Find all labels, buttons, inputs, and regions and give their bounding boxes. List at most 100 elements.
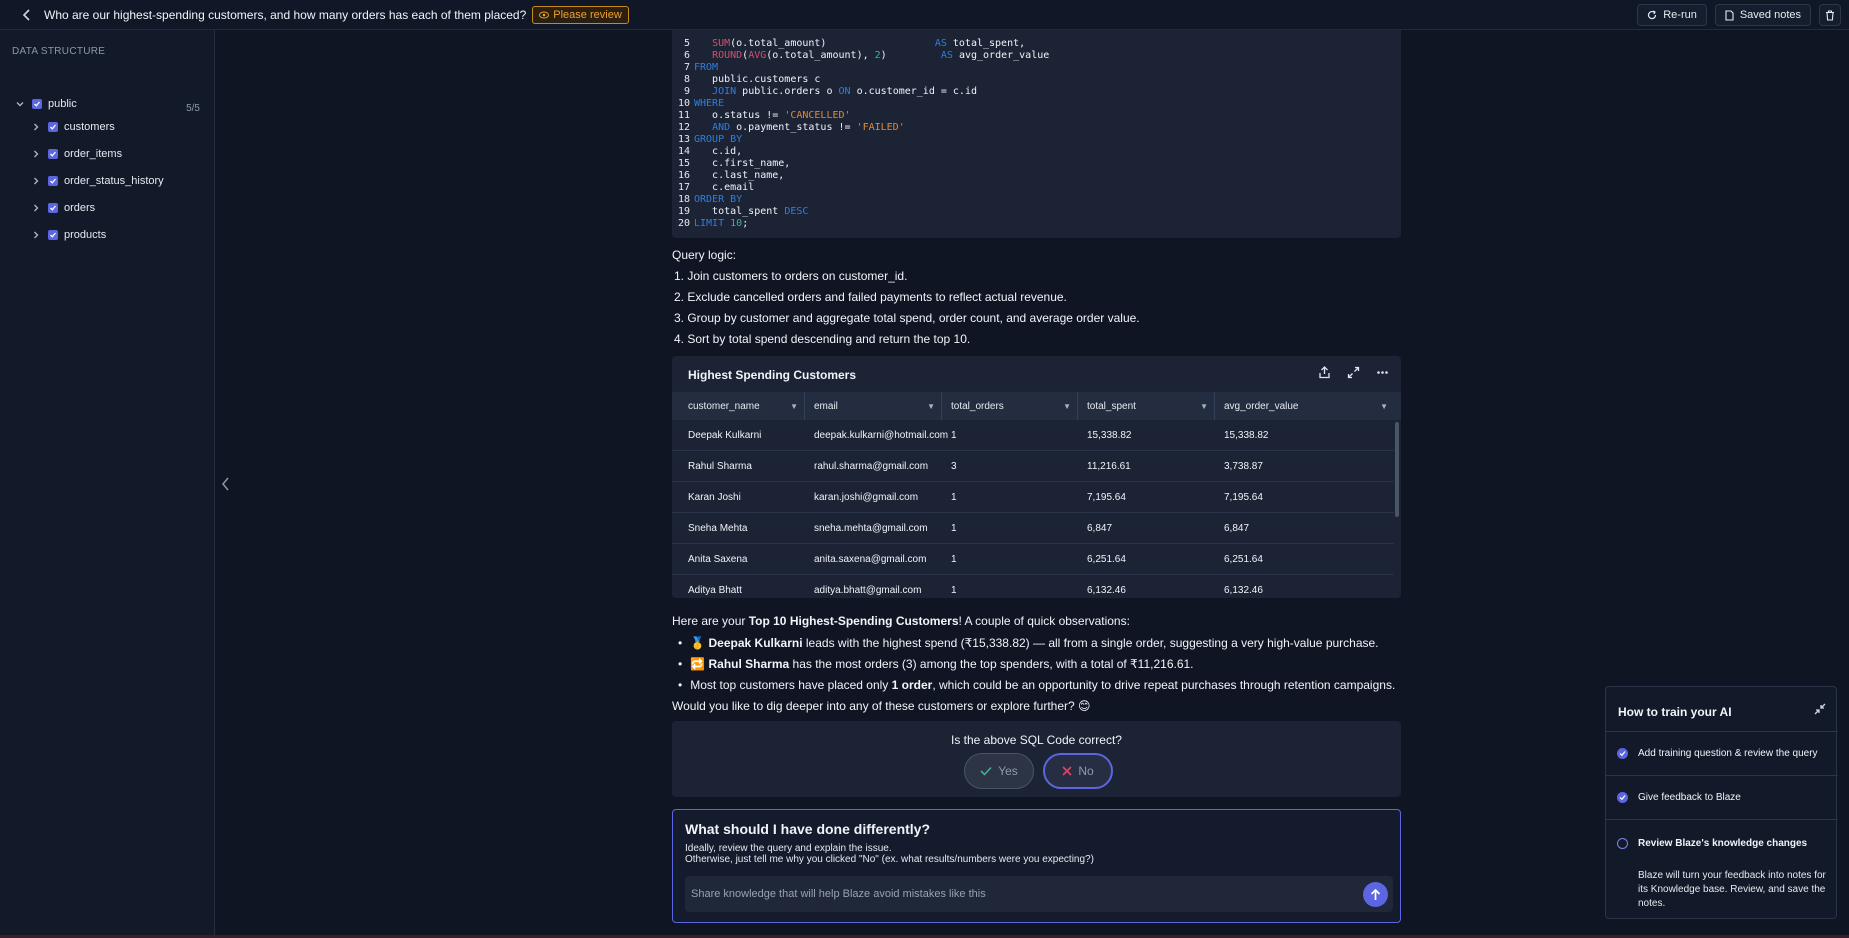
send-button[interactable] (1363, 882, 1388, 907)
sort-icon[interactable]: ▼ (927, 402, 935, 411)
code-token: FROM (694, 62, 719, 73)
rerun-button[interactable]: Re-run (1637, 4, 1707, 26)
line-number: 14 (677, 146, 690, 157)
train-step-3[interactable]: Review Blaze's knowledge changes (1606, 819, 1838, 867)
top-bar: Who are our highest-spending customers, … (0, 0, 1849, 30)
collapse-sidebar-icon[interactable] (221, 477, 230, 494)
table-row[interactable]: Anita Saxena anita.saxena@gmail.com 1 6,251… (672, 544, 1394, 575)
table-cell-email: sneha.mehta@gmail.com (814, 523, 928, 534)
train-step-2[interactable]: Give feedback to Blaze (1606, 775, 1838, 819)
code-line: 6 ROUND(AVG(o.total_amount), 2) AS avg_o… (672, 50, 1049, 62)
more-icon[interactable] (1376, 366, 1389, 382)
checkbox-order_items[interactable] (48, 149, 58, 159)
saved-notes-button[interactable]: Saved notes (1714, 4, 1811, 26)
bullet-text: , which could be an opportunity to drive… (932, 678, 1396, 692)
column-header-avg_order_value[interactable]: avg_order_value ▼ (1224, 392, 1394, 420)
column-header-customer_name[interactable]: customer_name ▼ (688, 392, 804, 420)
table-scrollbar-thumb[interactable] (1395, 422, 1399, 517)
code-token: ORDER BY (694, 194, 743, 205)
table-item-products[interactable]: products (30, 225, 106, 245)
checkbox-customers[interactable] (48, 122, 58, 132)
sql-feedback-question: Is the above SQL Code correct? (951, 733, 1122, 747)
no-button[interactable]: No (1043, 753, 1113, 789)
line-number: 9 (683, 86, 690, 97)
table-item-order_items[interactable]: order_items (30, 144, 122, 164)
table-cell-avg_order_value: 6,251.64 (1224, 554, 1263, 565)
code-token: o.payment_status != (730, 122, 857, 133)
code-line: 18 ORDER BY (672, 194, 742, 206)
review-badge[interactable]: Please review (532, 5, 629, 24)
column-separator[interactable] (941, 392, 942, 420)
code-token: ROUND (712, 50, 743, 61)
line-number: 20 (677, 218, 690, 229)
checkbox-products[interactable] (48, 230, 58, 240)
table-row[interactable]: Aditya Bhatt aditya.bhatt@gmail.com 1 6,132… (672, 575, 1394, 598)
sidebar-title: DATA STRUCTURE (12, 46, 106, 57)
code-token: o.customer_id = c.id (850, 86, 977, 97)
schema-count: 5/5 (186, 103, 200, 114)
table-cell-email: deepak.kulkarni@hotmail.com (814, 430, 949, 441)
knowledge-input[interactable] (685, 876, 1393, 912)
sort-icon[interactable]: ▼ (790, 402, 798, 411)
table-row[interactable]: Rahul Sharma rahul.sharma@gmail.com 3 11,21… (672, 451, 1394, 482)
table-item-label: order_items (64, 148, 123, 160)
minimize-icon[interactable] (1814, 703, 1826, 718)
schema-public[interactable]: public (14, 94, 77, 114)
question-title: Who are our highest-spending customers, … (44, 7, 527, 22)
train-ai-title: How to train your AI (1618, 705, 1732, 719)
table-item-orders[interactable]: orders (30, 198, 95, 218)
sort-icon[interactable]: ▼ (1200, 402, 1208, 411)
eye-icon (539, 11, 550, 18)
code-token: ) (880, 50, 941, 61)
code-token: public.customers c (694, 74, 821, 85)
table-cell-email: aditya.bhatt@gmail.com (814, 585, 922, 596)
follow-up-question: Would you like to dig deeper into any of… (672, 699, 1091, 713)
chevron-right-icon (30, 121, 42, 133)
review-badge-label: Please review (553, 8, 622, 21)
line-number: 13 (677, 134, 690, 145)
checkbox-public[interactable] (32, 99, 42, 109)
column-header-email[interactable]: email ▼ (814, 392, 941, 420)
table-cell-customer_name: Karan Joshi (688, 492, 741, 503)
column-separator[interactable] (1214, 392, 1215, 420)
table-row[interactable]: Deepak Kulkarni deepak.kulkarni@hotmail.c… (672, 420, 1394, 451)
yes-button[interactable]: Yes (964, 753, 1034, 789)
share-icon[interactable] (1318, 366, 1331, 382)
table-item-customers[interactable]: customers (30, 117, 115, 137)
column-separator[interactable] (804, 392, 805, 420)
rerun-label: Re-run (1663, 9, 1697, 21)
code-token: (o.total_amount), (766, 50, 875, 61)
train-step-1[interactable]: Add training question & review the query (1606, 731, 1838, 775)
line-number: 15 (677, 158, 690, 169)
table-row[interactable]: Karan Joshi karan.joshi@gmail.com 1 7,195.6… (672, 482, 1394, 513)
table-cell-email: anita.saxena@gmail.com (814, 554, 927, 565)
code-token: o.status != (694, 110, 785, 121)
column-header-total_spent[interactable]: total_spent ▼ (1087, 392, 1214, 420)
delete-button[interactable] (1819, 4, 1841, 26)
back-icon[interactable] (16, 4, 38, 26)
code-token: c.id, (694, 146, 743, 157)
query-logic-item: 3. Group by customer and aggregate total… (674, 311, 1140, 325)
column-separator[interactable] (1077, 392, 1078, 420)
chevron-right-icon (30, 148, 42, 160)
query-logic-item: 1. Join customers to orders on customer_… (674, 269, 908, 283)
line-number: 12 (677, 122, 690, 133)
sort-icon[interactable]: ▼ (1380, 402, 1388, 411)
table-item-order_status_history[interactable]: order_status_history (30, 171, 164, 191)
code-token: c.email (694, 182, 755, 193)
expand-icon[interactable] (1347, 366, 1360, 382)
code-line: 5 SUM(o.total_amount) AS total_spent, (672, 38, 1025, 50)
sql-code-block: 4 5 SUM(o.total_amount) AS total_spent,6… (672, 30, 1401, 238)
line-number: 10 (677, 98, 690, 109)
checkbox-orders[interactable] (48, 203, 58, 213)
close-icon (1062, 766, 1072, 776)
column-header-label: email (814, 400, 838, 412)
bullet-dot: • (678, 657, 683, 671)
sort-icon[interactable]: ▼ (1063, 402, 1071, 411)
code-line: 8 public.customers c (672, 74, 820, 86)
checkbox-order_status_history[interactable] (48, 176, 58, 186)
line-number: 19 (677, 206, 690, 217)
column-header-total_orders[interactable]: total_orders ▼ (951, 392, 1077, 420)
table-cell-total_spent: 15,338.82 (1087, 430, 1132, 441)
table-row[interactable]: Sneha Mehta sneha.mehta@gmail.com 1 6,847 6,… (672, 513, 1394, 544)
